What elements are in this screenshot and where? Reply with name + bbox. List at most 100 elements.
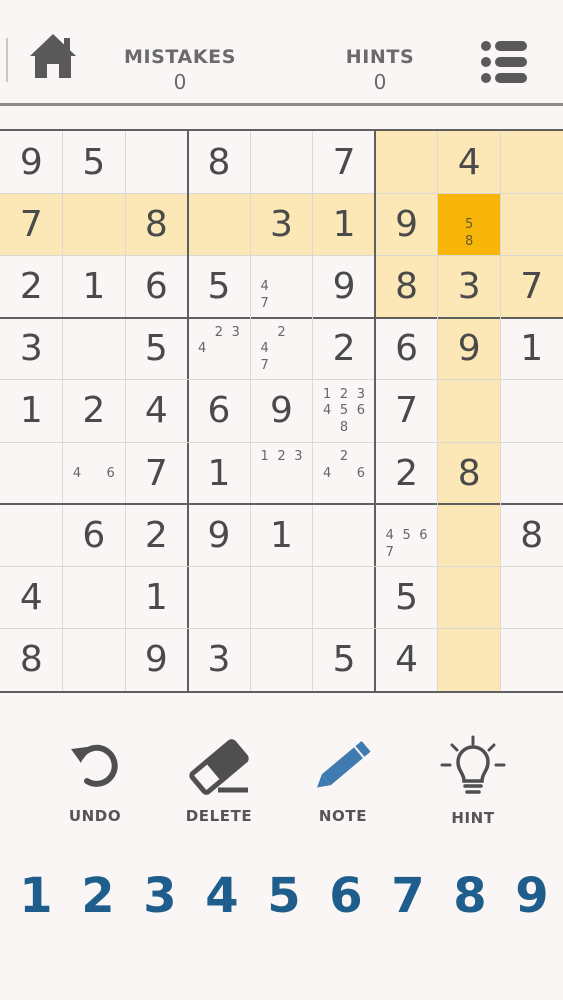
cell-r2-c2[interactable] [62,193,126,256]
cell-r3-c4[interactable]: 5 [188,255,251,317]
cell-r9-c7[interactable]: 4 [375,629,438,691]
cell-r7-c8[interactable] [437,504,501,567]
cell-r9-c2[interactable] [63,629,126,691]
cell-r7-c3[interactable]: 2 [125,504,188,566]
cell-r1-c6[interactable]: 7 [313,131,376,193]
cell-r6-c9[interactable] [500,442,563,504]
cell-r5-c1[interactable]: 1 [0,380,63,442]
cell-r2-c4[interactable] [187,193,251,256]
number-button-9[interactable]: 9 [504,868,560,924]
cell-r4-c7[interactable]: 6 [375,318,438,380]
cell-r3-c2[interactable]: 1 [63,255,126,317]
cell-r8-c7[interactable]: 5 [375,567,438,629]
cell-r1-c5[interactable] [250,131,313,193]
cell-r6-c1[interactable] [0,442,63,504]
cell-r8-c5[interactable] [250,567,313,629]
cell-r7-c2[interactable]: 6 [63,504,126,566]
cell-r3-c3[interactable]: 6 [125,255,188,317]
cell-r4-c2[interactable] [63,318,126,380]
cell-r9-c6[interactable]: 5 [313,629,376,691]
cell-r4-c9[interactable]: 1 [500,318,563,380]
cell-r9-c8[interactable] [437,628,501,691]
cell-r9-c3[interactable]: 9 [125,629,188,691]
cell-r3-c6[interactable]: 9 [313,255,376,317]
cell-r1-c9[interactable] [500,131,563,194]
cell-r8-c8[interactable] [437,566,501,629]
cell-r3-c1[interactable]: 2 [0,255,63,317]
hint-button[interactable]: HINT [418,735,528,827]
cell-r7-c4[interactable]: 9 [188,504,251,566]
cell-r8-c3[interactable]: 1 [125,567,188,629]
cell-r2-c9[interactable] [500,193,563,256]
cell-r8-c9[interactable] [500,567,563,629]
cell-divider-vertical [124,131,126,691]
cell-r9-c1[interactable]: 8 [0,629,63,691]
cell-r5-c4[interactable]: 6 [188,380,251,442]
number-button-3[interactable]: 3 [132,868,188,924]
cell-r4-c8[interactable]: 9 [437,317,501,380]
cell-r3-c7[interactable]: 8 [375,255,438,318]
cell-r2-c8[interactable]: 58 [437,193,501,256]
cell-r7-c9[interactable]: 8 [500,504,563,566]
cell-r5-c8[interactable] [437,379,501,443]
cell-r5-c6[interactable]: 123 4568 [313,380,376,442]
cell-r3-c8[interactable]: 3 [437,255,501,318]
cell-r1-c3[interactable] [125,131,188,193]
cell-r4-c6[interactable]: 2 [313,318,376,380]
cell-r1-c7[interactable] [375,131,438,194]
cell-r1-c2[interactable]: 5 [63,131,126,193]
cell-r8-c2[interactable] [63,567,126,629]
cell-r6-c5[interactable]: 123 [250,442,313,504]
cell-r6-c8[interactable]: 8 [437,442,501,505]
note-digit: 5 [339,403,349,419]
cell-r8-c1[interactable]: 4 [0,567,63,629]
cell-r1-c4[interactable]: 8 [188,131,251,193]
cell-r8-c4[interactable] [188,567,251,629]
number-button-8[interactable]: 8 [442,868,498,924]
cell-r5-c5[interactable]: 9 [250,380,313,442]
cell-r3-c5[interactable]: 47 [250,255,313,317]
cell-r9-c4[interactable]: 3 [188,629,251,691]
cell-r7-c6[interactable] [313,504,376,566]
cell-r6-c4[interactable]: 1 [188,442,251,504]
number-button-5[interactable]: 5 [256,868,312,924]
cell-r5-c7[interactable]: 7 [375,380,438,442]
cell-r9-c5[interactable] [250,629,313,691]
note-digit [290,278,307,295]
cell-r6-c7[interactable]: 2 [375,442,438,504]
cell-r1-c1[interactable]: 9 [0,131,63,193]
cell-r2-c7[interactable]: 9 [375,193,438,256]
note-button[interactable]: NOTE [288,735,398,825]
cell-r3-c9[interactable]: 7 [500,255,563,318]
undo-button[interactable]: UNDO [40,735,150,825]
cell-r2-c5[interactable]: 3 [250,193,313,256]
cell-r6-c6[interactable]: 24 6 [313,442,376,504]
number-button-4[interactable]: 4 [194,868,250,924]
cell-r5-c9[interactable] [500,380,563,442]
cell-r1-c8[interactable]: 4 [437,131,501,194]
cell-r2-c6[interactable]: 1 [312,193,376,256]
cell-r4-c1[interactable]: 3 [0,318,63,380]
note-digit [398,510,415,527]
number-button-6[interactable]: 6 [318,868,374,924]
cell-r7-c1[interactable] [0,504,63,566]
cell-r5-c3[interactable]: 4 [125,380,188,442]
cell-r5-c2[interactable]: 2 [63,380,126,442]
number-button-1[interactable]: 1 [8,868,64,924]
cell-r7-c5[interactable]: 1 [250,504,313,566]
number-button-7[interactable]: 7 [380,868,436,924]
cell-r4-c4[interactable]: 23 4 [188,318,251,380]
cell-r2-c1[interactable]: 7 [0,193,63,256]
cell-r6-c2[interactable]: 46 [63,442,126,504]
cell-r8-c6[interactable] [313,567,376,629]
cell-r7-c7[interactable]: 456 7 [375,504,438,566]
cell-r4-c5[interactable]: 247 [250,318,313,380]
cell-r2-c3[interactable]: 8 [125,193,188,256]
home-button[interactable] [26,30,80,82]
menu-button[interactable] [478,38,530,86]
cell-r4-c3[interactable]: 5 [125,318,188,380]
cell-r6-c3[interactable]: 7 [125,442,188,504]
delete-button[interactable]: DELETE [164,735,274,825]
number-button-2[interactable]: 2 [70,868,126,924]
cell-r9-c9[interactable] [500,629,563,691]
